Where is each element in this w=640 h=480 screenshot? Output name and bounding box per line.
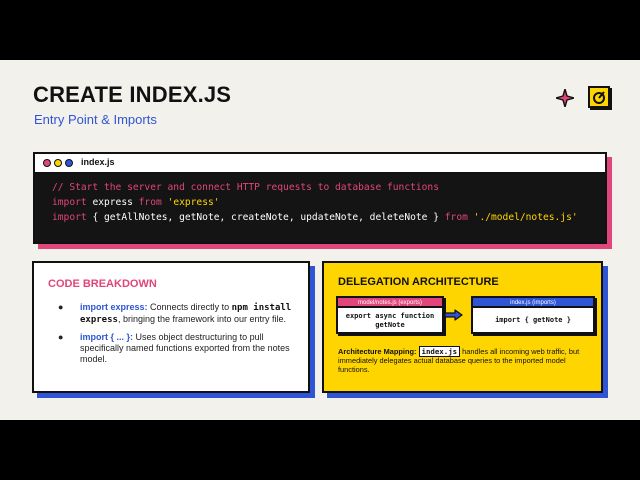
export-module-header: model/notes.js (exports) (338, 298, 442, 308)
import-module-box: index.js (imports) import { getNote } (471, 296, 595, 334)
code-window-titlebar: index.js (35, 154, 605, 174)
breakdown-item: ● import { ... }: Uses object destructur… (58, 332, 290, 364)
window-dot-blue-icon (65, 159, 73, 167)
code-line-import-notes: import { getAllNotes, getNote, createNot… (52, 212, 578, 223)
import-module-header: index.js (imports) (473, 298, 593, 308)
page-title: CREATE INDEX.JS (33, 82, 232, 107)
bullet-icon: ● (58, 332, 64, 342)
arrow-right-icon (444, 309, 463, 321)
page-subtitle: Entry Point & Imports (34, 112, 157, 127)
breakdown-item: ● import express: Connects directly to n… (58, 302, 292, 325)
slide: CREATE INDEX.JS Entry Point & Imports in… (0, 60, 640, 420)
breakdown-card: CODE BREAKDOWN ● import express: Connect… (32, 261, 310, 393)
import-module-code: import { getNote } (495, 316, 571, 324)
bullet-icon: ● (58, 302, 64, 312)
export-module-code: export async function getNote (345, 312, 435, 329)
breakdown-title: CODE BREAKDOWN (48, 278, 157, 290)
delegation-title: DELEGATION ARCHITECTURE (338, 276, 499, 288)
delegation-card: DELEGATION ARCHITECTURE model/notes.js (… (322, 261, 603, 393)
window-dot-pink-icon (43, 159, 51, 167)
code-window: index.js // Start the server and connect… (33, 152, 607, 244)
architecture-mapping-text: Architecture Mapping: index.js handles a… (338, 346, 580, 374)
code-body: // Start the server and connect HTTP req… (35, 174, 605, 225)
export-module-box: model/notes.js (exports) export async fu… (336, 296, 444, 334)
code-line-import-express: import express from 'express' (52, 197, 220, 208)
sparkle-icon (556, 89, 574, 107)
gauge-logo-icon (588, 86, 610, 108)
code-line-comment: // Start the server and connect HTTP req… (52, 182, 439, 193)
window-dot-yellow-icon (54, 159, 62, 167)
code-filename: index.js (81, 157, 115, 167)
breakdown-list: ● import express: Connects directly to n… (58, 302, 298, 371)
